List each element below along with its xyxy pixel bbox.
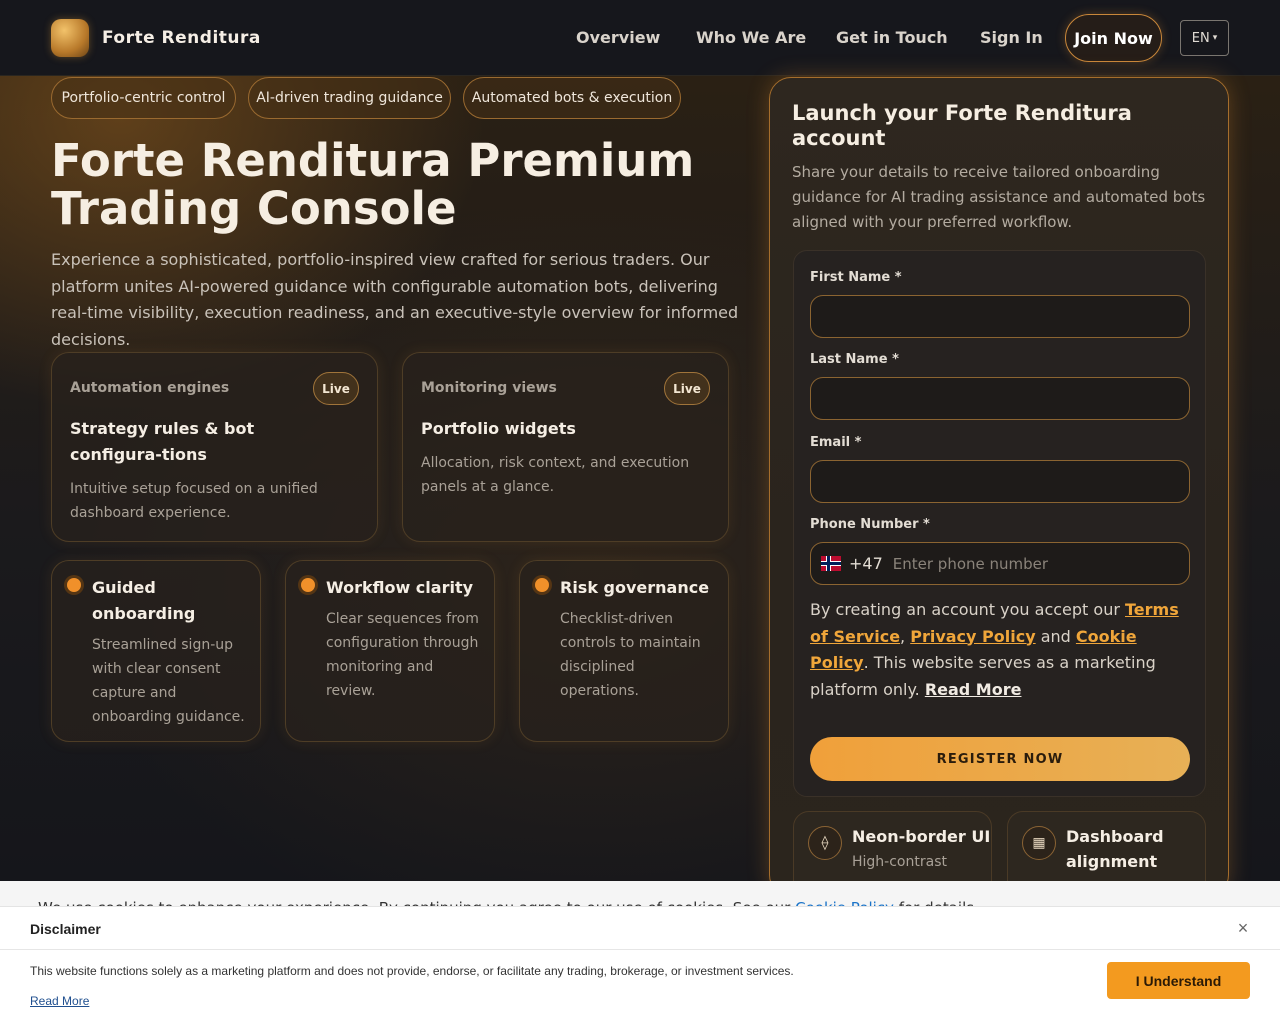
brand-name[interactable]: Forte Renditura bbox=[102, 28, 261, 48]
card-automation-engines: Automation engines Live Strategy rules &… bbox=[51, 352, 378, 542]
phone-label: Phone Number * bbox=[810, 517, 930, 532]
feature-body: Clear sequences from configuration throu… bbox=[326, 611, 479, 699]
feature-guided-onboarding: Guided onboarding Streamlined sign-up wi… bbox=[51, 560, 261, 742]
email-field[interactable] bbox=[810, 460, 1190, 503]
grid-icon: ▦ bbox=[1022, 826, 1056, 860]
consent-text: By creating an account you accept our Te… bbox=[810, 600, 1179, 699]
feature-title: Risk governance bbox=[560, 578, 710, 597]
card-title: Portfolio widgets bbox=[421, 419, 576, 438]
join-now-button[interactable]: Join Now bbox=[1065, 14, 1162, 62]
last-name-field[interactable] bbox=[810, 377, 1190, 420]
feature-body: Checklist-driven controls to maintain di… bbox=[560, 611, 701, 699]
mini-feature-title: Neon-border UI bbox=[852, 827, 991, 846]
privacy-link[interactable]: Privacy Policy bbox=[910, 627, 1035, 646]
live-badge: Live bbox=[313, 372, 359, 405]
diamond-icon: ⟠ bbox=[808, 826, 842, 860]
phone-field[interactable]: +47 Enter phone number bbox=[810, 542, 1190, 585]
card-body: Allocation, risk context, and execution … bbox=[421, 455, 690, 495]
feature-risk-governance: Risk governance Checklist-driven control… bbox=[519, 560, 729, 742]
dial-code[interactable]: +47 bbox=[849, 554, 883, 573]
read-more-link[interactable]: Read More bbox=[925, 680, 1022, 699]
card-monitoring-views: Monitoring views Live Portfolio widgets … bbox=[402, 352, 729, 542]
bullet-dot-icon bbox=[67, 578, 81, 592]
pill-ai-guidance: AI-driven trading guidance bbox=[248, 77, 451, 119]
disclaimer-header: Disclaimer × bbox=[0, 907, 1280, 950]
hero-description: Experience a sophisticated, portfolio-in… bbox=[51, 250, 739, 349]
pill-automated-bots: Automated bots & execution bbox=[463, 77, 681, 119]
nav-sign-in[interactable]: Sign In bbox=[980, 28, 1043, 47]
card-body: Intuitive setup focused on a unified das… bbox=[70, 481, 318, 521]
chevron-down-icon: ▾ bbox=[1212, 33, 1218, 43]
close-icon[interactable]: × bbox=[1234, 919, 1252, 937]
pill-portfolio-control: Portfolio-centric control bbox=[51, 77, 236, 119]
feature-title: Workflow clarity bbox=[326, 578, 474, 597]
live-badge: Live bbox=[664, 372, 710, 405]
disclaimer-dialog: Disclaimer × This website functions sole… bbox=[0, 906, 1280, 1024]
card-title: Strategy rules & bot configura-tions bbox=[70, 419, 255, 464]
language-select[interactable]: EN ▾ bbox=[1180, 20, 1229, 56]
last-name-label: Last Name * bbox=[810, 352, 899, 367]
disclaimer-text: This website functions solely as a marke… bbox=[30, 964, 794, 978]
nav-who-we-are[interactable]: Who We Are bbox=[696, 28, 806, 47]
card-kicker: Automation engines bbox=[70, 380, 230, 396]
disclaimer-title: Disclaimer bbox=[30, 921, 101, 937]
norway-flag-icon[interactable] bbox=[821, 556, 841, 571]
language-value: EN bbox=[1191, 30, 1210, 46]
register-button[interactable]: REGISTER NOW bbox=[810, 737, 1190, 781]
i-understand-button[interactable]: I Understand bbox=[1107, 962, 1250, 999]
feature-title: Guided onboarding bbox=[92, 578, 196, 623]
hero-title: Forte Renditura Premium Trading Console bbox=[51, 134, 695, 235]
phone-input[interactable]: Enter phone number bbox=[893, 555, 1048, 573]
nav-overview[interactable]: Overview bbox=[576, 28, 660, 47]
logo-icon[interactable] bbox=[51, 19, 89, 57]
mini-feature-title: Dashboard alignment bbox=[1066, 827, 1164, 871]
bullet-dot-icon bbox=[301, 578, 315, 592]
site-header: Forte Renditura Overview Who We Are Get … bbox=[0, 0, 1280, 76]
feature-workflow-clarity: Workflow clarity Clear sequences from co… bbox=[285, 560, 495, 742]
nav-get-in-touch[interactable]: Get in Touch bbox=[836, 28, 948, 47]
form-title: Launch your Forte Renditura account bbox=[792, 101, 1132, 150]
first-name-label: First Name * bbox=[810, 270, 902, 285]
feature-body: Streamlined sign-up with clear consent c… bbox=[92, 637, 245, 725]
first-name-field[interactable] bbox=[810, 295, 1190, 338]
disclaimer-read-more-link[interactable]: Read More bbox=[30, 994, 89, 1008]
registration-form: First Name * Last Name * Email * Phone N… bbox=[793, 250, 1206, 797]
email-label: Email * bbox=[810, 435, 862, 450]
mini-feature-body: High-contrast bbox=[852, 854, 947, 870]
bullet-dot-icon bbox=[535, 578, 549, 592]
registration-panel: Launch your Forte Renditura account Shar… bbox=[769, 77, 1229, 911]
form-subtitle: Share your details to receive tailored o… bbox=[792, 163, 1206, 231]
card-kicker: Monitoring views bbox=[421, 380, 557, 396]
